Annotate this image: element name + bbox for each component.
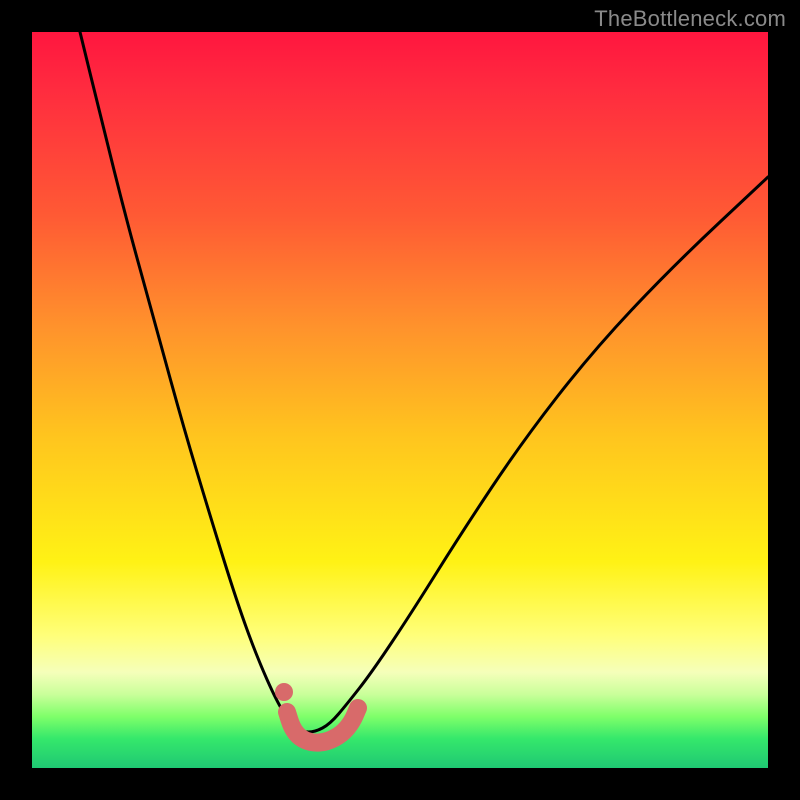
curve-svg	[32, 32, 768, 768]
u-band-marker	[287, 708, 358, 743]
plot-area	[32, 32, 768, 768]
watermark-text: TheBottleneck.com	[594, 6, 786, 32]
bottleneck-curve	[80, 32, 768, 732]
left-dot-marker	[275, 683, 293, 701]
chart-frame: TheBottleneck.com	[0, 0, 800, 800]
